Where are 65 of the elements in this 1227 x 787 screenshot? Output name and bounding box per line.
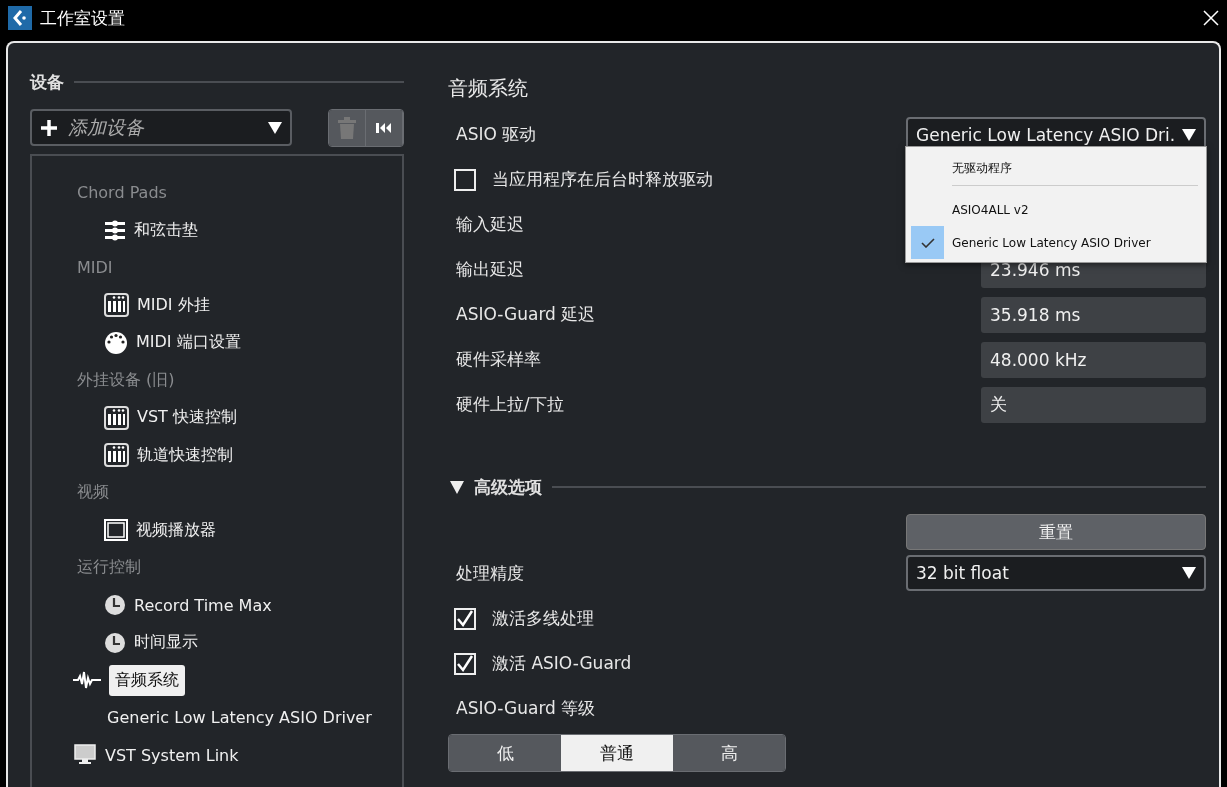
plus-icon	[40, 118, 58, 137]
keyboard-icon	[104, 293, 129, 318]
device-item[interactable]: MIDI 端口设置	[136, 332, 241, 354]
device-item[interactable]: VST System Link	[105, 745, 239, 765]
menu-item[interactable]: ASIO4ALL v2	[906, 193, 1206, 226]
level-option[interactable]: 低	[449, 735, 561, 771]
field-label: ASIO-Guard 等级	[456, 696, 596, 720]
device-item[interactable]: 和弦击垫	[134, 219, 198, 241]
sliders-icon	[104, 219, 126, 242]
app-logo-icon	[8, 6, 32, 30]
add-device-dropdown[interactable]: 添加设备	[30, 109, 292, 146]
keyboard-icon	[104, 405, 129, 430]
field-label: 输出延迟	[456, 258, 524, 281]
field-label: 硬件采样率	[456, 348, 541, 371]
driver-item[interactable]: Generic Low Latency ASIO Driver	[107, 708, 372, 728]
panel-title: 音频系统	[448, 75, 528, 102]
category-label: 运行控制	[77, 557, 141, 579]
level-option[interactable]: 高	[673, 735, 785, 771]
monitor-icon	[73, 744, 97, 767]
section-heading: 高级选项	[474, 475, 542, 499]
category-label: 视频	[77, 482, 109, 504]
reset-device-button[interactable]	[366, 109, 403, 146]
checkbox-label: 当应用程序在后台时释放驱动	[492, 168, 713, 191]
skip-back-icon	[376, 121, 392, 134]
window-title: 工作室设置	[40, 6, 126, 30]
field-label: ASIO 驱动	[456, 123, 537, 146]
precision-dropdown[interactable]: 32 bit float	[906, 555, 1206, 591]
field-label: 处理精度	[456, 561, 524, 585]
level-option[interactable]: 普通	[561, 735, 673, 771]
device-item[interactable]: MIDI 外挂	[137, 294, 210, 316]
device-item[interactable]: 时间显示	[134, 632, 198, 654]
checkbox[interactable]	[454, 168, 476, 191]
category-label: 外挂设备 (旧)	[77, 369, 175, 391]
readout-field: 48.000 kHz	[981, 341, 1206, 378]
trash-icon	[337, 116, 357, 139]
device-item[interactable]: 轨道快速控制	[137, 444, 233, 466]
field-label: 硬件上拉/下拉	[456, 393, 564, 416]
device-item[interactable]: 音频系统	[109, 664, 185, 696]
menu-item[interactable]: 无驱动程序	[906, 150, 1206, 186]
disclosure-triangle-icon[interactable]	[450, 480, 464, 494]
section-heading: 设备	[30, 70, 64, 94]
checkmark-icon	[920, 237, 935, 248]
readout-field: 35.918 ms	[981, 296, 1206, 333]
reset-button[interactable]: 重置	[906, 514, 1206, 550]
checkbox[interactable]	[454, 652, 476, 675]
device-item[interactable]: 视频播放器	[136, 519, 216, 541]
checkbox[interactable]	[454, 607, 476, 630]
clock-icon	[104, 594, 126, 617]
caret-icon	[268, 121, 282, 134]
device-item[interactable]: Record Time Max	[134, 595, 272, 615]
checkbox-label: 激活 ASIO-Guard	[492, 652, 632, 675]
checkbox-label: 激活多线处理	[492, 607, 594, 630]
close-icon[interactable]	[1203, 10, 1219, 26]
clock-icon	[104, 631, 126, 654]
film-icon	[104, 518, 128, 543]
midi-port-icon	[104, 330, 128, 355]
device-item[interactable]: VST 快速控制	[137, 407, 237, 429]
readout-field: 关	[981, 386, 1206, 423]
category-label: MIDI	[77, 258, 113, 278]
keyboard-icon	[104, 443, 129, 468]
category-label: Chord Pads	[77, 183, 167, 203]
caret-icon	[1182, 128, 1196, 141]
field-label: 输入延迟	[456, 213, 524, 236]
field-label: ASIO-Guard 延迟	[456, 303, 596, 326]
caret-icon	[1182, 567, 1196, 579]
